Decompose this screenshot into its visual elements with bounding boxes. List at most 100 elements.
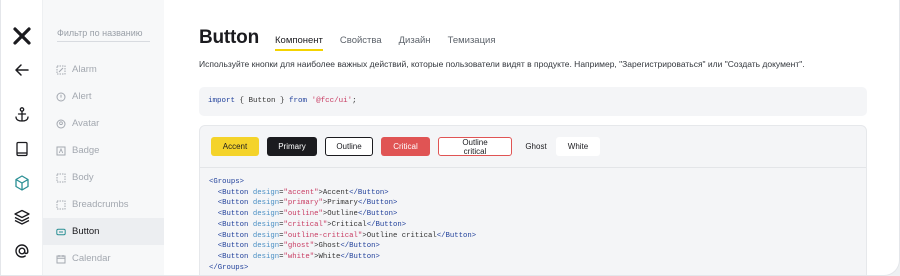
code-line: </Groups> bbox=[209, 263, 476, 274]
code-string: "outline" bbox=[283, 210, 323, 219]
code-line: <Groups> bbox=[209, 177, 476, 188]
code-tag: </Button> bbox=[366, 220, 407, 229]
primary-button[interactable]: Primary bbox=[267, 137, 317, 156]
badge-icon bbox=[56, 146, 66, 156]
button-preview-row: Accent Primary Outline Critical Outline … bbox=[211, 137, 608, 156]
back-arrow-icon[interactable] bbox=[12, 60, 32, 80]
code-keyword: from bbox=[289, 97, 308, 105]
outline-button[interactable]: Outline bbox=[325, 137, 373, 156]
code-line: <Button design="outline">Outline</Button… bbox=[209, 209, 476, 220]
code-attr: design bbox=[252, 220, 280, 229]
code-text: >White bbox=[314, 252, 341, 261]
alert-icon bbox=[56, 92, 66, 102]
tab-theming[interactable]: Темизация bbox=[448, 35, 496, 51]
code-tag: <Button bbox=[217, 188, 249, 197]
book-icon[interactable] bbox=[12, 139, 32, 159]
sidebar-item-label: Calendar bbox=[72, 253, 111, 264]
alarm-icon bbox=[56, 65, 66, 75]
sidebar-item-label: Breadcrumbs bbox=[72, 199, 129, 210]
button-example-panel: Accent Primary Outline Critical Outline … bbox=[199, 125, 867, 275]
code-tag: <Button bbox=[217, 199, 249, 208]
ghost-button[interactable]: Ghost bbox=[520, 137, 552, 156]
code-text: >Accent bbox=[318, 188, 350, 197]
code-string: '@fcc/ui' bbox=[311, 97, 353, 105]
code-tag: <Button bbox=[217, 220, 249, 229]
critical-button[interactable]: Critical bbox=[381, 137, 430, 156]
code-attr: design bbox=[252, 231, 280, 240]
sidebar-item-label: Alert bbox=[72, 91, 92, 102]
sidebar-item-avatar[interactable]: Avatar bbox=[43, 110, 164, 137]
sidebar-item-body[interactable]: Body bbox=[43, 164, 164, 191]
code-attr: design bbox=[252, 242, 280, 251]
code-attr: design bbox=[252, 188, 280, 197]
code-string: "ghost" bbox=[283, 242, 315, 251]
sidebar-item-label: Body bbox=[72, 172, 94, 183]
code-line: <Button design="critical">Critical</Butt… bbox=[209, 220, 476, 231]
button-icon bbox=[56, 227, 66, 237]
code-attr: design bbox=[252, 199, 280, 208]
component-sidebar: Alarm Alert Avatar Badge Body Breadcrumb… bbox=[43, 0, 164, 275]
logo-x-icon[interactable] bbox=[12, 26, 32, 46]
accent-button[interactable]: Accent bbox=[211, 137, 259, 156]
breadcrumbs-icon bbox=[56, 200, 66, 210]
outline-critical-button[interactable]: Outline critical bbox=[438, 137, 512, 156]
code-attr: design bbox=[252, 210, 280, 219]
code-text: >Ghost bbox=[314, 242, 341, 251]
tab-properties[interactable]: Свойства bbox=[340, 35, 382, 51]
code-tag: <Button bbox=[217, 231, 249, 240]
body-icon bbox=[56, 173, 66, 183]
tab-component[interactable]: Компонент bbox=[275, 35, 323, 51]
sidebar-item-alarm[interactable]: Alarm bbox=[43, 56, 164, 83]
example-code-block: <Groups> <Button design="accent">Accent<… bbox=[209, 177, 476, 273]
page-title: Button bbox=[199, 27, 259, 48]
code-line: <Button design="outline-critical">Outlin… bbox=[209, 231, 476, 242]
cube-icon[interactable] bbox=[12, 173, 32, 193]
code-text: >Critical bbox=[327, 220, 367, 229]
sidebar-item-badge[interactable]: Badge bbox=[43, 137, 164, 164]
sidebar-item-label: Alarm bbox=[72, 64, 97, 75]
code-attr: design bbox=[252, 252, 280, 261]
code-text: >Outline bbox=[322, 210, 358, 219]
code-string: "critical" bbox=[283, 220, 328, 229]
code-line: <Button design="primary">Primary</Button… bbox=[209, 198, 476, 209]
code-line: <Button design="white">White</Button> bbox=[209, 252, 476, 263]
import-code-block: import { Button } from '@fcc/ui'; bbox=[199, 87, 867, 116]
anchor-icon[interactable] bbox=[12, 105, 32, 125]
code-text: >Outline critical bbox=[362, 231, 437, 240]
sidebar-item-alert[interactable]: Alert bbox=[43, 83, 164, 110]
filter-input[interactable] bbox=[57, 25, 150, 42]
sidebar-item-breadcrumbs[interactable]: Breadcrumbs bbox=[43, 191, 164, 218]
code-string: "white" bbox=[283, 252, 315, 261]
code-text: ; bbox=[352, 97, 357, 105]
tab-design[interactable]: Дизайн bbox=[399, 35, 431, 51]
page-description: Используйте кнопки для наиболее важных д… bbox=[199, 59, 805, 69]
code-tag: </Button> bbox=[340, 252, 380, 261]
panel-divider bbox=[200, 167, 866, 168]
calendar-icon bbox=[56, 254, 66, 264]
sidebar-item-label: Button bbox=[72, 226, 100, 237]
sidebar-item-label: Avatar bbox=[72, 118, 100, 129]
code-tag: </Groups> bbox=[209, 263, 249, 272]
code-text: { Button } bbox=[235, 97, 290, 105]
code-keyword: import bbox=[208, 97, 236, 105]
code-string: "primary" bbox=[283, 199, 323, 208]
tab-bar: Компонент Свойства Дизайн Темизация bbox=[275, 35, 513, 51]
layers-icon[interactable] bbox=[12, 207, 32, 227]
sidebar-item-button[interactable]: Button bbox=[43, 218, 164, 245]
white-button[interactable]: White bbox=[556, 137, 600, 156]
code-line: <Button design="accent">Accent</Button> bbox=[209, 188, 476, 199]
code-tag: </Button> bbox=[340, 242, 380, 251]
code-tag: <Groups> bbox=[209, 178, 245, 186]
app-window: Alarm Alert Avatar Badge Body Breadcrumb… bbox=[0, 0, 900, 276]
icon-rail bbox=[1, 0, 43, 275]
sidebar-item-calendar[interactable]: Calendar bbox=[43, 245, 164, 272]
code-tag: </Button> bbox=[436, 231, 477, 240]
code-tag: </Button> bbox=[357, 199, 398, 208]
at-sign-icon[interactable] bbox=[12, 241, 32, 261]
